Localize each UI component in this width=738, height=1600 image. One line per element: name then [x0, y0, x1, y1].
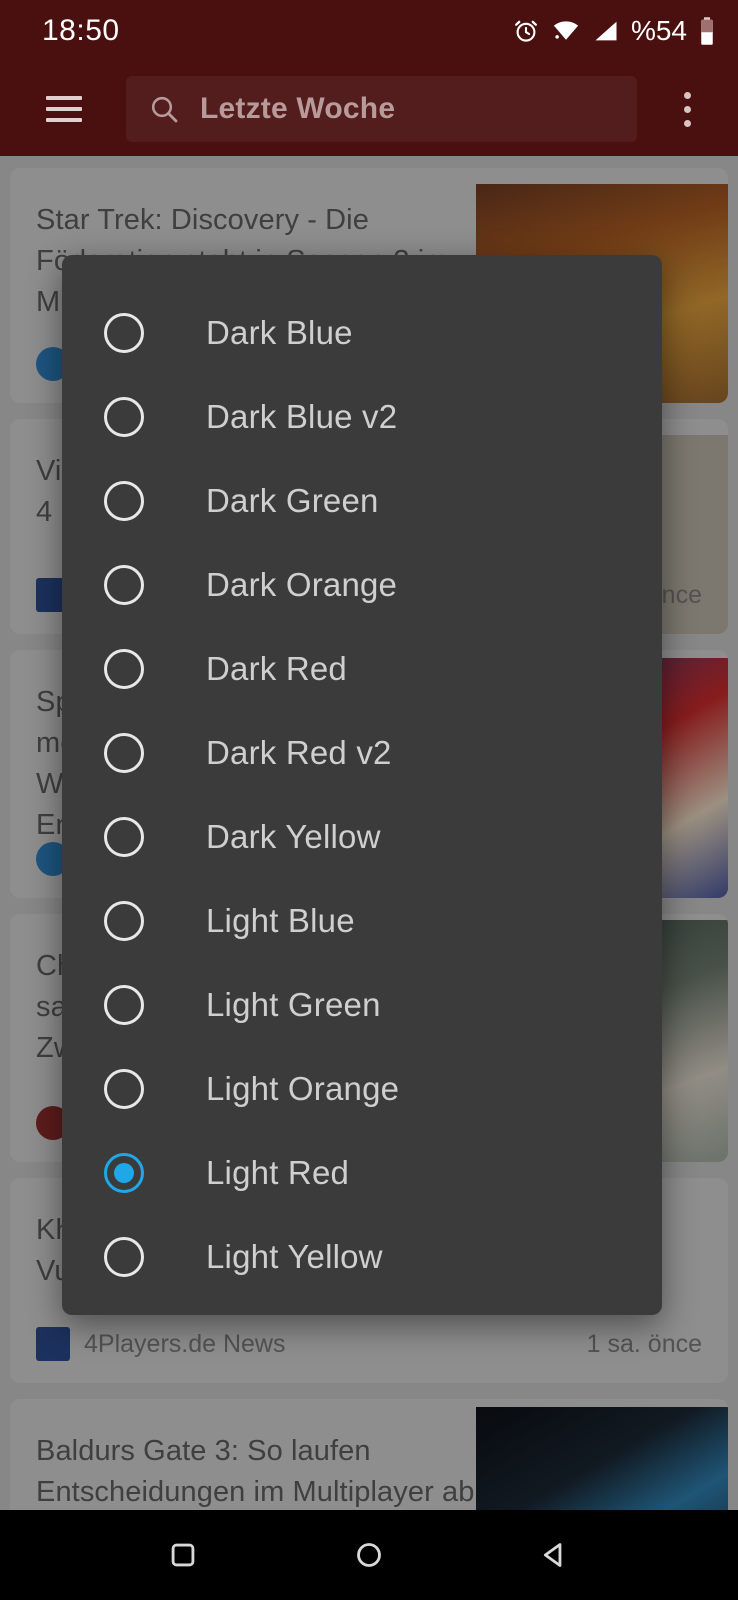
phone-screen: Star Trek: Discovery - Die Föderation st… — [0, 0, 738, 1600]
menu-line — [46, 96, 82, 100]
theme-option-label: Dark Blue v2 — [206, 398, 398, 435]
radio-button-icon[interactable] — [104, 1069, 144, 1109]
radio-button-icon[interactable] — [104, 985, 144, 1025]
status-clock: 18:50 — [42, 14, 120, 47]
back-button[interactable] — [520, 1520, 590, 1590]
circle-icon — [357, 1543, 381, 1567]
radio-button-icon[interactable] — [104, 397, 144, 437]
alarm-icon — [514, 20, 537, 42]
theme-option-label: Dark Green — [206, 482, 379, 519]
theme-option-dark-yellow[interactable]: Dark Yellow — [62, 795, 662, 879]
battery-icon — [701, 17, 713, 45]
menu-line — [46, 118, 82, 122]
search-input[interactable]: Letzte Woche — [126, 76, 637, 142]
square-icon — [171, 1543, 195, 1567]
radio-button-icon[interactable] — [104, 649, 144, 689]
search-icon — [151, 96, 178, 123]
theme-option-dark-blue-v2[interactable]: Dark Blue v2 — [62, 375, 662, 459]
overflow-dot — [683, 91, 691, 99]
theme-option-dark-red[interactable]: Dark Red — [62, 627, 662, 711]
theme-option-label: Dark Orange — [206, 566, 398, 603]
theme-option-label: Light Red — [206, 1154, 350, 1191]
theme-option-light-yellow[interactable]: Light Yellow — [62, 1215, 662, 1299]
search-placeholder-text: Letzte Woche — [200, 92, 396, 125]
overflow-dot — [683, 119, 691, 127]
theme-option-label: Dark Red — [206, 650, 347, 687]
radio-button-icon[interactable] — [104, 817, 144, 857]
recents-button[interactable] — [148, 1520, 218, 1590]
theme-option-dark-orange[interactable]: Dark Orange — [62, 543, 662, 627]
wifi-icon — [553, 21, 579, 40]
radio-button-icon[interactable] — [104, 565, 144, 605]
theme-option-label: Light Blue — [206, 902, 355, 939]
status-icons: %54 — [512, 15, 716, 47]
theme-option-label: Light Orange — [206, 1070, 400, 1107]
theme-option-label: Dark Yellow — [206, 818, 381, 855]
app-bar: Letzte Woche — [0, 62, 738, 156]
android-nav-bar — [0, 1510, 738, 1600]
theme-option-label: Light Green — [206, 986, 381, 1023]
overflow-menu-icon[interactable] — [660, 74, 714, 144]
home-button[interactable] — [334, 1520, 404, 1590]
card-time: 1 sa. önce — [586, 1329, 702, 1358]
overflow-dot — [683, 105, 691, 113]
theme-option-light-red[interactable]: Light Red — [62, 1131, 662, 1215]
card-footer: 4Players.de News 1 sa. önce — [36, 1327, 702, 1361]
signal-icon — [595, 21, 617, 41]
theme-option-label: Light Yellow — [206, 1238, 383, 1275]
source-logo-icon — [36, 1327, 70, 1361]
theme-option-dark-green[interactable]: Dark Green — [62, 459, 662, 543]
theme-option-light-green[interactable]: Light Green — [62, 963, 662, 1047]
card-source: 4Players.de News — [84, 1329, 286, 1358]
triangle-back-icon — [543, 1543, 562, 1567]
radio-button-icon[interactable] — [104, 901, 144, 941]
theme-option-light-blue[interactable]: Light Blue — [62, 879, 662, 963]
theme-picker-dialog[interactable]: Dark Blue Dark Blue v2 Dark Green Dark O… — [62, 255, 662, 1315]
theme-option-light-orange[interactable]: Light Orange — [62, 1047, 662, 1131]
status-bar: 18:50 %54 — [0, 0, 738, 62]
menu-line — [46, 107, 82, 111]
radio-button-icon[interactable] — [104, 1153, 144, 1193]
radio-button-icon[interactable] — [104, 481, 144, 521]
hamburger-menu-icon[interactable] — [32, 77, 96, 141]
theme-option-label: Dark Blue — [206, 314, 353, 351]
radio-button-icon[interactable] — [104, 313, 144, 353]
theme-option-dark-red-v2[interactable]: Dark Red v2 — [62, 711, 662, 795]
theme-option-dark-blue[interactable]: Dark Blue — [62, 291, 662, 375]
battery-percent-label: %54 — [630, 15, 687, 46]
card-title: Baldurs Gate 3: So laufen Entscheidungen… — [36, 1435, 475, 1508]
theme-option-label: Dark Red v2 — [206, 734, 392, 771]
radio-button-icon[interactable] — [104, 733, 144, 773]
radio-button-icon[interactable] — [104, 1237, 144, 1277]
